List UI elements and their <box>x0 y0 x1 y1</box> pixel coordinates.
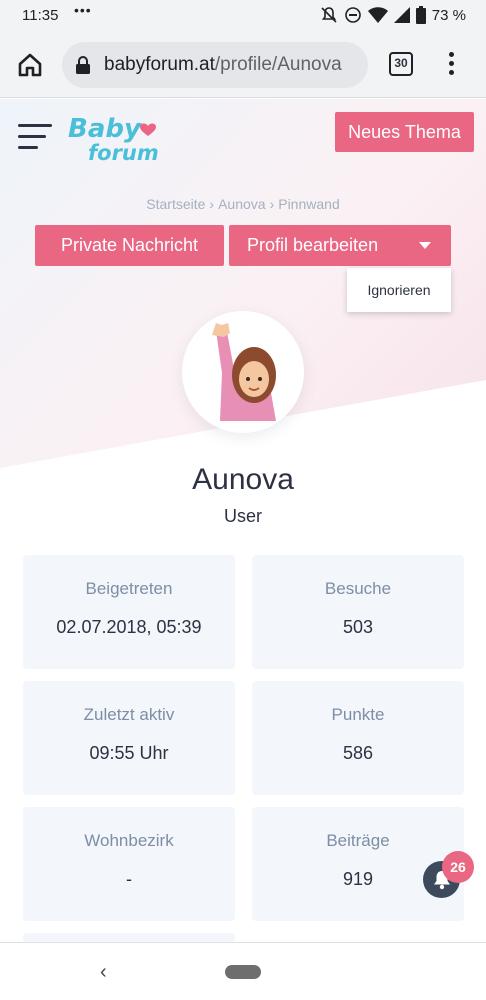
stat-label: Zuletzt aktiv <box>83 705 175 724</box>
notification-count-badge[interactable]: 26 <box>442 851 474 883</box>
stat-label: Wohnbezirk <box>84 831 174 850</box>
browser-menu-button[interactable] <box>446 50 456 78</box>
lock-icon <box>76 56 90 74</box>
battery-icon <box>415 6 426 24</box>
home-gesture-pill[interactable] <box>225 965 261 979</box>
caret-down-icon[interactable] <box>419 242 431 249</box>
stat-value: 02.07.2018, 05:39 <box>56 617 202 637</box>
stat-label: Besuche <box>324 579 392 598</box>
breadcrumb-separator: › <box>209 196 215 212</box>
breadcrumb: Startseite › Aunova › Pinnwand <box>0 196 486 212</box>
stat-card-last-active: Zuletzt aktiv 09:55 Uhr <box>23 681 235 795</box>
url-domain: babyforum.at <box>104 54 215 75</box>
status-bar: 11:35 ••• 73 % <box>0 0 486 32</box>
logo-text-bottom: forum <box>88 141 158 165</box>
browser-toolbar: babyforum.at/profile/Aunova 30 <box>0 32 486 98</box>
stat-value: - <box>126 869 132 889</box>
url-text: babyforum.at/profile/Aunova <box>104 54 362 76</box>
wifi-icon <box>367 7 388 23</box>
status-icons: 73 % <box>320 6 466 24</box>
signal-icon <box>393 7 410 23</box>
url-path: /profile/Aunova <box>214 54 342 75</box>
back-icon[interactable]: ‹ <box>100 961 107 984</box>
breadcrumb-separator: › <box>269 196 275 212</box>
stat-value: 09:55 Uhr <box>89 743 169 763</box>
battery-percent: 73 % <box>431 6 466 24</box>
breadcrumb-user[interactable]: Aunova <box>218 196 265 212</box>
profile-username: Aunova <box>192 463 294 496</box>
babyforum-logo[interactable]: Baby forum <box>66 112 158 166</box>
heart-icon <box>140 123 156 136</box>
dnd-icon <box>344 7 361 23</box>
stat-card-district: Wohnbezirk - <box>23 807 235 921</box>
browser-home-button[interactable] <box>14 49 46 81</box>
private-message-button[interactable]: Private Nachricht <box>35 225 224 266</box>
stat-label: Beiträge <box>326 831 390 850</box>
stat-card-visits: Besuche 503 <box>252 555 464 669</box>
address-bar[interactable]: babyforum.at/profile/Aunova <box>62 42 368 88</box>
avatar <box>182 311 304 433</box>
android-navigation-bar: ‹ <box>0 942 486 1000</box>
breadcrumb-home[interactable]: Startseite <box>146 196 205 212</box>
status-notification-dots: ••• <box>74 2 92 18</box>
stat-label: Beigetreten <box>85 579 173 598</box>
stat-card-joined: Beigetreten 02.07.2018, 05:39 <box>23 555 235 669</box>
edit-profile-label: Profil bearbeiten <box>247 235 379 255</box>
profile-role: User <box>223 506 262 526</box>
stat-value: 503 <box>342 617 374 637</box>
new-topic-button[interactable]: Neues Thema <box>335 112 474 152</box>
stat-card-points: Punkte 586 <box>252 681 464 795</box>
hamburger-menu-button[interactable] <box>18 124 52 152</box>
breadcrumb-current: Pinnwand <box>278 196 340 212</box>
mute-icon <box>321 7 337 23</box>
home-icon <box>18 53 42 77</box>
dropdown-item-ignore[interactable]: Ignorieren <box>347 268 451 312</box>
stat-label: Punkte <box>331 705 385 724</box>
profile-actions-dropdown: Ignorieren <box>347 268 451 312</box>
edit-profile-button[interactable]: Profil bearbeiten <box>229 225 451 266</box>
tab-switcher-button[interactable]: 30 <box>389 52 413 76</box>
stat-value: 586 <box>342 743 374 763</box>
raising-hand-woman-icon <box>212 323 276 421</box>
status-time: 11:35 <box>22 7 59 24</box>
logo-text-top: Baby <box>68 114 142 144</box>
